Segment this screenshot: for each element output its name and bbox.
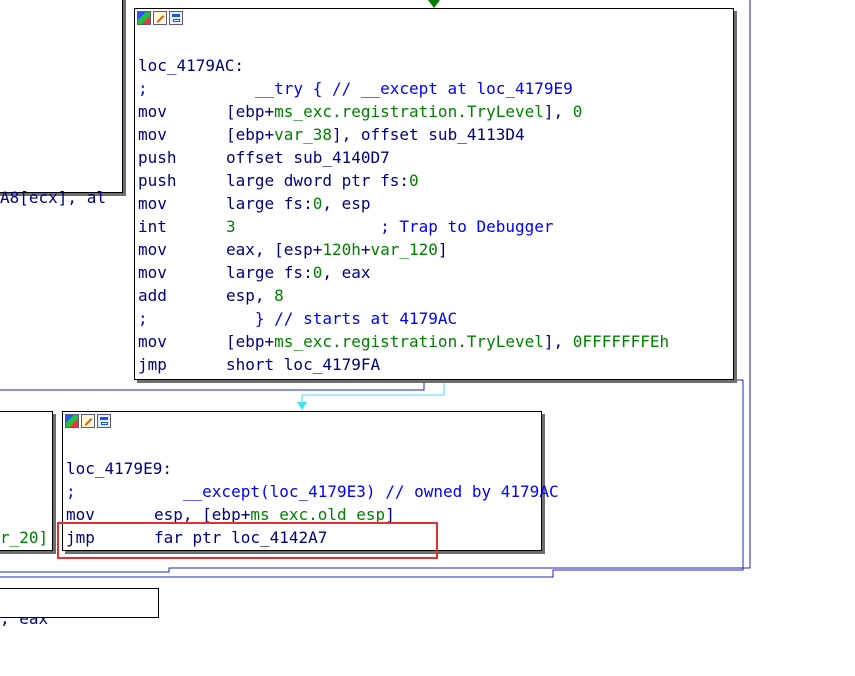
operand-text: ], offset sub_4113D4 bbox=[331, 125, 525, 144]
operand-text: ] bbox=[437, 240, 448, 259]
node-header bbox=[135, 9, 733, 27]
mnemonic: ; bbox=[138, 79, 148, 98]
edge-cyan bbox=[301, 380, 445, 403]
operand-text: short loc_4179FA bbox=[226, 355, 381, 374]
mnemonic: mov bbox=[138, 240, 167, 259]
code-line[interactable]: mov large fs:0, eax bbox=[138, 261, 669, 284]
code-line[interactable]: mov large fs:0, esp bbox=[138, 192, 669, 215]
code-line[interactable]: ; __except(loc_4179E3) // owned by 4179A… bbox=[66, 480, 559, 503]
mnemonic: mov bbox=[138, 194, 167, 213]
code-label[interactable]: loc_4179E9: bbox=[66, 457, 559, 480]
operand-text: ], bbox=[543, 102, 573, 121]
mnemonic: mov bbox=[138, 263, 167, 282]
code-line[interactable]: jmp short loc_4179FA bbox=[138, 353, 669, 376]
operand-text: large dword ptr fs: bbox=[226, 171, 410, 190]
color-palette-icon[interactable] bbox=[65, 414, 79, 428]
operand-text: var_120 bbox=[370, 240, 438, 259]
edge-arrow-green bbox=[428, 0, 440, 8]
code-label[interactable]: loc_4179AC: bbox=[138, 54, 669, 77]
code-line[interactable]: mov eax, [esp+120h+var_120] bbox=[138, 238, 669, 261]
mnemonic: push bbox=[138, 148, 177, 167]
operand-text: offset sub_4140D7 bbox=[226, 148, 390, 167]
mnemonic: mov bbox=[138, 102, 167, 121]
top-node-code: loc_4179AC:; __try { // __except at loc_… bbox=[138, 54, 669, 376]
mnemonic: push bbox=[138, 171, 177, 190]
graph-view[interactable]: A8[ecx], al r_20] , eax loc_4179AC:; __t… bbox=[0, 0, 855, 628]
code-line[interactable]: mov [ebp+var_38], offset sub_4113D4 bbox=[138, 123, 669, 146]
code-line[interactable]: push offset sub_4140D7 bbox=[138, 146, 669, 169]
top-code-node[interactable]: loc_4179AC:; __try { // __except at loc_… bbox=[134, 8, 734, 380]
operand-text: 0 bbox=[312, 263, 323, 282]
color-palette-icon[interactable] bbox=[137, 11, 151, 25]
operand-text: large fs: bbox=[226, 263, 313, 282]
operand-text: 0 bbox=[312, 194, 323, 213]
bottom-stub-node[interactable] bbox=[0, 588, 159, 618]
code-line[interactable]: add esp, 8 bbox=[138, 284, 669, 307]
operand-text: 0FFFFFFFEh bbox=[572, 332, 670, 351]
left-top-node[interactable]: A8[ecx], al bbox=[0, 0, 123, 207]
code-line[interactable]: mov [ebp+ms_exc.registration.TryLevel], 0 bbox=[138, 100, 669, 123]
code-line: A8[ecx], al bbox=[0, 186, 106, 209]
operand-text: ; Trap to Debugger bbox=[235, 217, 554, 236]
operand-text: __except(loc_4179E3) // owned by 4179AC bbox=[154, 482, 559, 501]
operand-text: var_38 bbox=[274, 125, 332, 144]
group-nodes-icon[interactable] bbox=[169, 11, 183, 25]
code-line[interactable]: push large dword ptr fs:0 bbox=[138, 169, 669, 192]
node-header bbox=[63, 412, 541, 430]
mnemonic: jmp bbox=[138, 355, 167, 374]
left-bottom-code: r_20] , eax bbox=[0, 480, 58, 676]
operand-text: [ebp+ bbox=[226, 102, 275, 121]
mnemonic: ; bbox=[66, 482, 76, 501]
edge-arrow-cyan bbox=[297, 402, 307, 410]
mnemonic: add bbox=[138, 286, 167, 305]
operand-text: [ebp+ bbox=[226, 332, 275, 351]
operand-text: 120h bbox=[322, 240, 361, 259]
code-line[interactable]: mov [ebp+ms_exc.registration.TryLevel], 0… bbox=[138, 330, 669, 353]
edge-blue-left bbox=[0, 380, 425, 391]
left-bottom-node[interactable]: r_20] , eax bbox=[0, 411, 53, 628]
mnemonic: mov bbox=[138, 332, 167, 351]
rename-icon[interactable] bbox=[81, 414, 95, 428]
highlight-annotation-box bbox=[57, 522, 438, 559]
operand-text: ms_exc.registration.TryLevel bbox=[274, 102, 544, 121]
operand-text: 3 bbox=[226, 217, 236, 236]
operand-text: 0 bbox=[572, 102, 583, 121]
code-line[interactable]: int 3 ; Trap to Debugger bbox=[138, 215, 669, 238]
operand-text: ], bbox=[543, 332, 573, 351]
operand-text: large fs: bbox=[226, 194, 313, 213]
code-line: r_20] bbox=[0, 526, 58, 549]
operand-text: 8 bbox=[274, 286, 284, 305]
operand-text: + bbox=[360, 240, 371, 259]
operand-text: eax, [esp+ bbox=[226, 240, 323, 259]
group-nodes-icon[interactable] bbox=[97, 414, 111, 428]
mnemonic: mov bbox=[138, 125, 167, 144]
operand-text: , eax bbox=[322, 263, 371, 282]
operand-text: esp, bbox=[226, 286, 275, 305]
mnemonic: int bbox=[138, 217, 167, 236]
code-line[interactable]: ; } // starts at 4179AC bbox=[138, 307, 669, 330]
operand-text: } // starts at 4179AC bbox=[226, 309, 458, 328]
operand-text: , esp bbox=[322, 194, 371, 213]
operand-text: A8[ecx], al bbox=[0, 188, 106, 207]
operand-text: r_20] bbox=[0, 528, 49, 547]
operand-text: [ebp+ bbox=[226, 125, 275, 144]
left-top-code: A8[ecx], al bbox=[0, 140, 106, 255]
operand-text: __try { // __except at loc_4179E9 bbox=[226, 79, 573, 98]
mnemonic: ; bbox=[138, 309, 148, 328]
code-line[interactable]: ; __try { // __except at loc_4179E9 bbox=[138, 77, 669, 100]
operand-text: ms_exc.registration.TryLevel bbox=[274, 332, 544, 351]
rename-icon[interactable] bbox=[153, 11, 167, 25]
operand-text: 0 bbox=[409, 171, 419, 190]
